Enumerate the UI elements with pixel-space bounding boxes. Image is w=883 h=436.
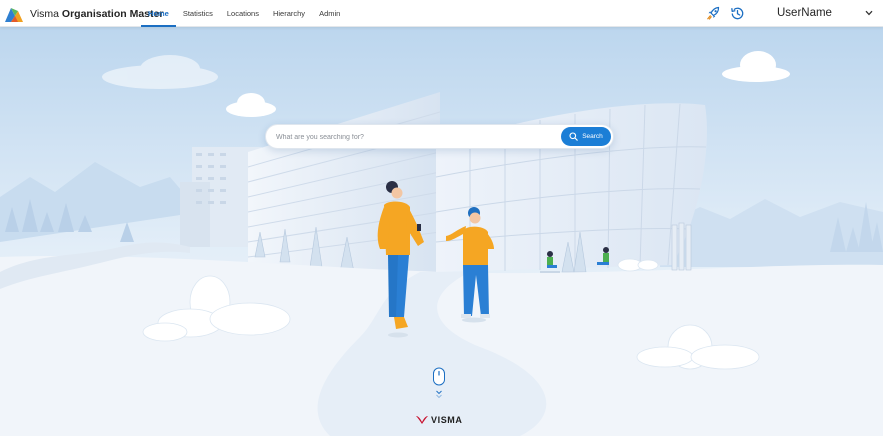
mouse-scroll-icon[interactable] xyxy=(432,367,446,403)
search-icon xyxy=(569,132,578,141)
app-title-light: Visma xyxy=(30,7,59,20)
visma-logo-icon xyxy=(416,416,428,424)
user-name: UserName xyxy=(777,7,832,19)
nav-locations[interactable]: Locations xyxy=(220,0,266,27)
user-menu[interactable]: UserName xyxy=(777,0,877,27)
search-button-label: Search xyxy=(582,133,603,140)
nav-home[interactable]: Home xyxy=(141,0,176,27)
chevron-down-icon xyxy=(865,10,873,16)
nav-statistics[interactable]: Statistics xyxy=(176,0,220,27)
sign-posts xyxy=(671,222,692,271)
top-navigation-bar: Visma Organisation Master Home Statistic… xyxy=(0,0,883,27)
search-bar: Search xyxy=(265,124,614,149)
hero-illustration: Search VISMA xyxy=(0,27,883,436)
nav-admin[interactable]: Admin xyxy=(312,0,347,27)
search-button[interactable]: Search xyxy=(561,127,611,146)
search-input[interactable] xyxy=(276,128,556,146)
footer-logo-text: VISMA xyxy=(431,415,463,425)
footer-logo: VISMA xyxy=(416,413,463,427)
app-brand[interactable]: Visma Organisation Master xyxy=(4,4,163,23)
nav-hierarchy[interactable]: Hierarchy xyxy=(266,0,312,27)
rocket-icon[interactable] xyxy=(706,6,721,21)
main-nav: Home Statistics Locations Hierarchy Admi… xyxy=(141,0,347,27)
visma-logo-icon xyxy=(5,7,23,22)
history-clock-icon[interactable] xyxy=(730,6,745,21)
